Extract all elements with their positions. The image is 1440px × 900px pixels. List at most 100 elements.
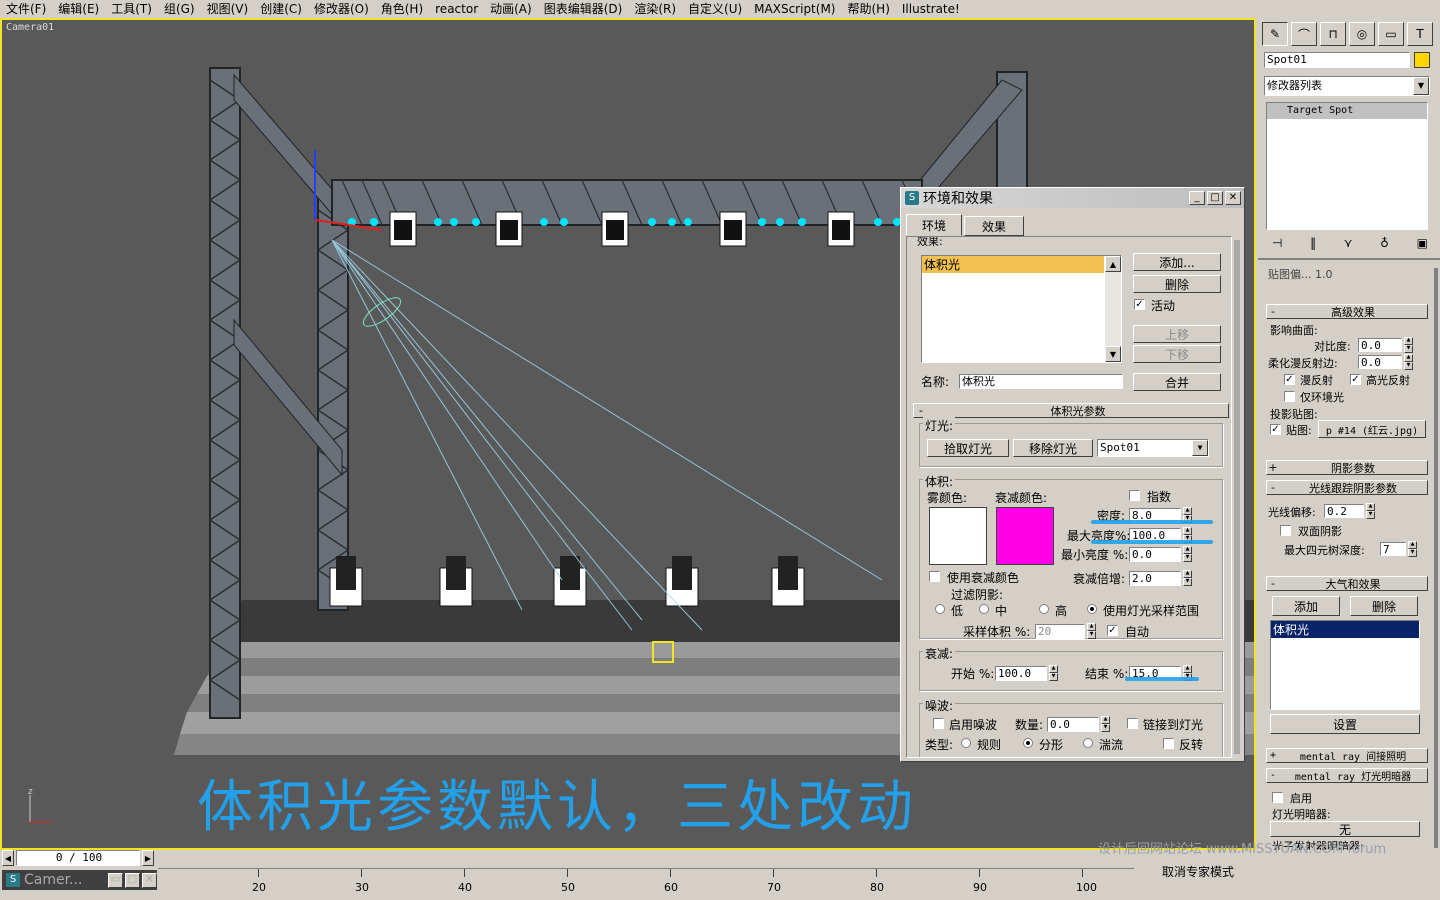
ray-bias-field[interactable]: 0.2: [1324, 504, 1364, 518]
modifier-list-dropdown[interactable]: 修改器列表 ▼: [1264, 76, 1430, 96]
menu-item-12[interactable]: 自定义(U): [682, 1, 748, 17]
mr-enable-checkbox[interactable]: [1272, 792, 1283, 803]
add-effect-button[interactable]: 添加...: [1133, 253, 1221, 271]
menu-item-1[interactable]: 编辑(E): [52, 1, 105, 17]
raytrace-params-rollout[interactable]: - 光线跟踪阴影参数: [1266, 480, 1428, 495]
utilities-tab-icon[interactable]: T: [1407, 22, 1433, 46]
mr-shader-rollout[interactable]: - mental ray 灯光明暗器: [1266, 768, 1428, 783]
max-quadtree-field[interactable]: 7: [1380, 542, 1406, 556]
object-color-swatch[interactable]: [1414, 52, 1430, 68]
ambient-only-checkbox[interactable]: [1284, 391, 1295, 402]
close-icon[interactable]: ✕: [142, 872, 157, 888]
menu-item-15[interactable]: Illustrate!: [896, 1, 966, 17]
type-fractal-radio[interactable]: [1023, 738, 1033, 748]
list-scrollbar[interactable]: ▲ ▼: [1105, 256, 1121, 362]
pick-light-button[interactable]: 拾取灯光: [927, 439, 1009, 457]
enable-noise-checkbox[interactable]: [933, 718, 944, 729]
create-tab-icon[interactable]: ✎: [1262, 22, 1288, 46]
menu-item-10[interactable]: 图表编辑器(D): [538, 1, 629, 17]
modify-tab-icon[interactable]: ⌒: [1291, 22, 1317, 46]
menu-item-8[interactable]: reactor: [429, 1, 484, 17]
start-spinner[interactable]: ▲ ▼: [1049, 665, 1058, 681]
atten-color-swatch[interactable]: [996, 507, 1054, 565]
dialog-titlebar[interactable]: S 环境和效果 _ □ ✕: [901, 188, 1244, 208]
soften-spinner[interactable]: ▲ ▼: [1404, 354, 1413, 370]
display-tab-icon[interactable]: ▭: [1378, 22, 1404, 46]
minimize-button[interactable]: _: [1189, 191, 1205, 205]
atten-mult-field[interactable]: 2.0: [1129, 571, 1181, 586]
menu-item-5[interactable]: 创建(C): [254, 1, 308, 17]
task-button[interactable]: S Camer... ▭ □ ✕: [2, 870, 157, 890]
atten-mult-spinner[interactable]: ▲ ▼: [1183, 570, 1192, 586]
min-bright-spinner[interactable]: ▲ ▼: [1183, 546, 1192, 562]
advanced-effects-rollout[interactable]: - 高级效果: [1266, 304, 1428, 319]
amount-field[interactable]: 0.0: [1047, 717, 1099, 732]
scroll-down-button[interactable]: ▼: [1105, 346, 1121, 362]
exponential-checkbox[interactable]: [1129, 490, 1140, 501]
filter-high-radio[interactable]: [1039, 604, 1049, 614]
maximize-icon[interactable]: □: [125, 872, 140, 888]
delete-effect-button[interactable]: 删除: [1133, 275, 1221, 293]
menu-item-2[interactable]: 工具(T): [105, 1, 158, 17]
type-turbulence-radio[interactable]: [1083, 738, 1093, 748]
menu-item-9[interactable]: 动画(A): [484, 1, 538, 17]
atmos-effects-rollout[interactable]: - 大气和效果: [1266, 576, 1428, 591]
filter-mid-radio[interactable]: [979, 604, 989, 614]
prev-frame-button[interactable]: ◀: [2, 850, 14, 866]
object-name-field[interactable]: Spot01: [1264, 52, 1410, 68]
min-bright-field[interactable]: 0.0: [1129, 547, 1181, 562]
active-checkbox[interactable]: ✓: [1134, 299, 1145, 310]
atmos-setup-button[interactable]: 设置: [1270, 714, 1420, 734]
remove-light-button[interactable]: 移除灯光: [1013, 439, 1093, 457]
filter-low-radio[interactable]: [935, 604, 945, 614]
soften-field[interactable]: 0.0: [1358, 355, 1402, 369]
specular-checkbox[interactable]: ✓: [1350, 374, 1361, 385]
name-field[interactable]: 体积光: [959, 374, 1123, 389]
time-ruler[interactable]: 20 30 40 50 60 70 80 90 100: [158, 868, 1134, 894]
make-unique-icon[interactable]: ⋎: [1344, 236, 1353, 250]
dialog-scrollbar[interactable]: [1234, 240, 1240, 754]
ray-bias-spinner[interactable]: ▲ ▼: [1366, 503, 1375, 519]
next-frame-button[interactable]: ▶: [142, 850, 154, 866]
contrast-field[interactable]: 0.0: [1358, 338, 1402, 352]
max-quadtree-spinner[interactable]: ▲ ▼: [1408, 541, 1417, 557]
invert-checkbox[interactable]: [1163, 738, 1174, 749]
menu-item-3[interactable]: 组(G): [158, 1, 201, 17]
menu-item-6[interactable]: 修改器(O): [308, 1, 375, 17]
map-button[interactable]: p #14 (红云.jpg): [1318, 420, 1426, 438]
effects-list[interactable]: 体积光 ▲ ▼: [921, 255, 1122, 363]
restore-icon[interactable]: ▭: [108, 872, 123, 888]
move-up-button[interactable]: 上移: [1133, 325, 1221, 343]
fog-color-swatch[interactable]: [929, 507, 987, 565]
start-field[interactable]: 100.0: [995, 666, 1047, 681]
effects-list-item[interactable]: 体积光: [922, 256, 1104, 273]
auto-checkbox[interactable]: ✓: [1107, 625, 1118, 636]
remove-modifier-icon[interactable]: ♁: [1380, 236, 1389, 250]
amount-spinner[interactable]: ▲ ▼: [1101, 716, 1110, 732]
cancel-expert-button[interactable]: 取消专家模式: [1138, 856, 1258, 886]
motion-tab-icon[interactable]: ◎: [1349, 22, 1375, 46]
scroll-up-button[interactable]: ▲: [1105, 256, 1121, 272]
menu-item-14[interactable]: 帮助(H): [841, 1, 895, 17]
sample-vol-spinner[interactable]: ▲ ▼: [1087, 623, 1096, 639]
show-end-result-icon[interactable]: ‖: [1310, 236, 1316, 250]
mr-indirect-rollout[interactable]: + mental ray 间接照明: [1266, 748, 1428, 763]
chevron-down-icon[interactable]: ▼: [1413, 77, 1429, 95]
atmos-list-item[interactable]: 体积光: [1271, 621, 1419, 638]
move-down-button[interactable]: 下移: [1133, 345, 1221, 363]
light-select[interactable]: Spot01 ▼: [1097, 439, 1209, 457]
light-shader-button[interactable]: 无: [1270, 821, 1420, 837]
menu-item-4[interactable]: 视图(V): [201, 1, 255, 17]
map-checkbox[interactable]: ✓: [1270, 424, 1281, 435]
maximize-button[interactable]: □: [1207, 191, 1223, 205]
contrast-spinner[interactable]: ▲ ▼: [1404, 337, 1413, 353]
menu-item-0[interactable]: 文件(F): [0, 1, 52, 17]
hierarchy-tab-icon[interactable]: ⊓: [1320, 22, 1346, 46]
diffuse-checkbox[interactable]: ✓: [1284, 374, 1295, 385]
merge-button[interactable]: 合并: [1133, 373, 1221, 391]
two-sided-checkbox[interactable]: [1280, 525, 1291, 536]
sample-vol-field[interactable]: 20: [1035, 624, 1085, 639]
atmos-list[interactable]: 体积光: [1270, 620, 1420, 710]
menu-item-7[interactable]: 角色(H): [375, 1, 429, 17]
tab-environment[interactable]: 环境: [906, 214, 962, 236]
